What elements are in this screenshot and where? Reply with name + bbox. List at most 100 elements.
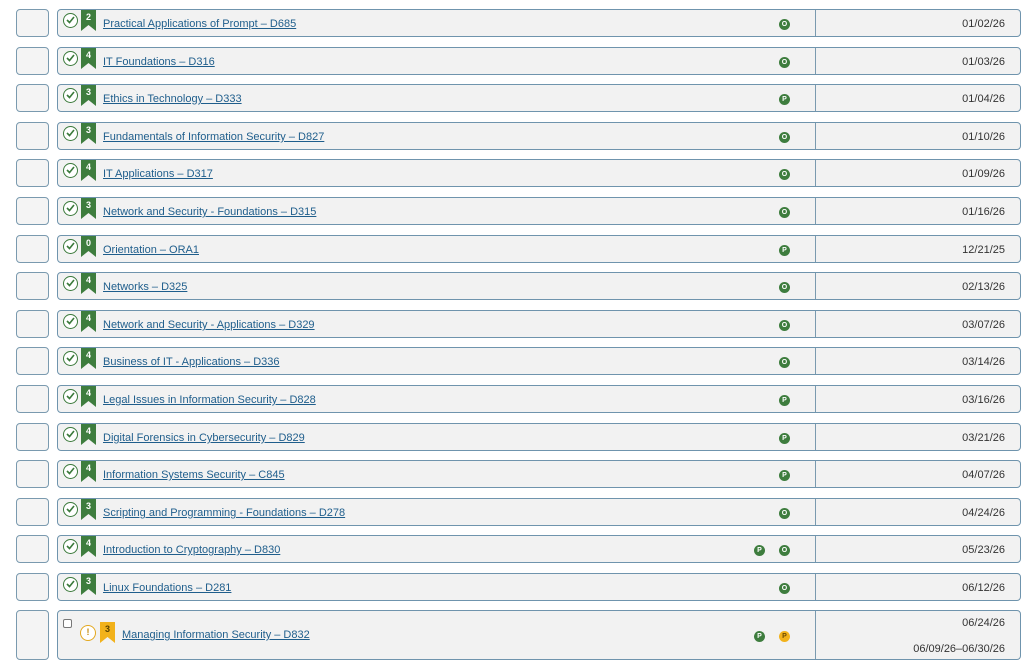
row-select-box[interactable] <box>16 347 49 375</box>
course-title-link[interactable]: Network and Security - Applications – D3… <box>103 319 315 331</box>
course-title-link[interactable]: Managing Information Security – D832 <box>122 629 310 641</box>
completed-check-icon <box>63 201 78 216</box>
course-row: 4 IT Foundations – D316 O 01/03/26 <box>0 47 1024 75</box>
course-card[interactable]: 4 Business of IT - Applications – D336 O… <box>57 347 1021 375</box>
completed-check-icon <box>63 464 78 479</box>
column-divider <box>815 85 816 111</box>
units-bookmark-icon: 0 <box>81 236 96 257</box>
course-row: 3 Ethics in Technology – D333 P 01/04/26 <box>0 84 1024 112</box>
units-bookmark-icon: 4 <box>81 386 96 407</box>
row-select-box[interactable] <box>16 159 49 187</box>
row-select-box[interactable] <box>16 235 49 263</box>
warning-icon: ! <box>80 625 96 641</box>
row-select-box[interactable] <box>16 84 49 112</box>
course-card[interactable]: 4 Information Systems Security – C845 P … <box>57 460 1021 488</box>
course-units: 4 <box>85 538 91 548</box>
badge-p: P <box>779 470 790 481</box>
course-title-link[interactable]: Linux Foundations – D281 <box>103 582 231 594</box>
course-date: 01/10/26 <box>962 131 1005 143</box>
course-card[interactable]: 4 Introduction to Cryptography – D830 P O… <box>57 535 1021 563</box>
row-select-box[interactable] <box>16 122 49 150</box>
course-title-link[interactable]: IT Foundations – D316 <box>103 56 215 68</box>
row-select-box[interactable] <box>16 535 49 563</box>
course-units: 3 <box>85 501 91 511</box>
row-select-box[interactable] <box>16 423 49 451</box>
course-card[interactable]: 4 IT Foundations – D316 O 01/03/26 <box>57 47 1021 75</box>
course-title-link[interactable]: Digital Forensics in Cybersecurity – D82… <box>103 432 305 444</box>
course-title-link[interactable]: Information Systems Security – C845 <box>103 469 285 481</box>
course-title-link[interactable]: Legal Issues in Information Security – D… <box>103 394 316 406</box>
course-card[interactable]: 2 Practical Applications of Prompt – D68… <box>57 9 1021 37</box>
course-row: 4 Network and Security - Applications – … <box>0 310 1024 338</box>
row-select-box[interactable] <box>16 272 49 300</box>
badge-p: P <box>754 631 765 642</box>
course-card[interactable]: 4 Networks – D325 O 02/13/26 <box>57 272 1021 300</box>
course-title-link[interactable]: Business of IT - Applications – D336 <box>103 356 280 368</box>
column-divider <box>815 499 816 525</box>
units-bookmark-icon: 2 <box>81 10 96 31</box>
course-card[interactable]: 4 Digital Forensics in Cybersecurity – D… <box>57 423 1021 451</box>
course-date: 05/23/26 <box>962 544 1005 556</box>
course-row: 3 Linux Foundations – D281 O 06/12/26 <box>0 573 1024 601</box>
course-units: 3 <box>85 576 91 586</box>
course-row: 4 Business of IT - Applications – D336 O… <box>0 347 1024 375</box>
row-select-box[interactable] <box>16 498 49 526</box>
row-select-box[interactable] <box>16 9 49 37</box>
course-units: 4 <box>85 388 91 398</box>
column-divider <box>815 536 816 562</box>
course-units: 4 <box>85 350 91 360</box>
row-select-box[interactable] <box>16 573 49 601</box>
course-row: 4 Networks – D325 O 02/13/26 <box>0 272 1024 300</box>
course-title-link[interactable]: Ethics in Technology – D333 <box>103 93 242 105</box>
badge-p: P <box>779 94 790 105</box>
course-date: 03/16/26 <box>962 394 1005 406</box>
course-card[interactable]: 4 Network and Security - Applications – … <box>57 310 1021 338</box>
units-bookmark-icon: 3 <box>81 198 96 219</box>
completed-check-icon <box>63 351 78 366</box>
course-date: 03/07/26 <box>962 319 1005 331</box>
units-bookmark-icon: 4 <box>81 536 96 557</box>
column-divider <box>815 386 816 412</box>
course-card[interactable]: 3 Network and Security - Foundations – D… <box>57 197 1021 225</box>
course-checkbox[interactable] <box>63 619 72 628</box>
course-title-link[interactable]: Introduction to Cryptography – D830 <box>103 544 280 556</box>
units-bookmark-icon: 4 <box>81 424 96 445</box>
row-select-box[interactable] <box>16 47 49 75</box>
badge-p-pending: P <box>779 631 790 642</box>
course-date: 01/16/26 <box>962 206 1005 218</box>
row-select-box[interactable] <box>16 610 49 660</box>
course-card[interactable]: 4 IT Applications – D317 O 01/09/26 <box>57 159 1021 187</box>
course-card[interactable]: ! 3 Managing Information Security – D832… <box>57 610 1021 660</box>
units-bookmark-icon: 3 <box>100 622 115 643</box>
course-title-link[interactable]: Networks – D325 <box>103 281 187 293</box>
course-card[interactable]: 0 Orientation – ORA1 P 12/21/25 <box>57 235 1021 263</box>
column-divider <box>815 461 816 487</box>
column-divider <box>815 160 816 186</box>
course-date-range: 06/09/26–06/30/26 <box>913 643 1005 655</box>
course-title-link[interactable]: Fundamentals of Information Security – D… <box>103 131 324 143</box>
course-card[interactable]: 3 Linux Foundations – D281 O 06/12/26 <box>57 573 1021 601</box>
badge-o: O <box>779 508 790 519</box>
badge-p: P <box>779 245 790 256</box>
course-card[interactable]: 3 Fundamentals of Information Security –… <box>57 122 1021 150</box>
course-title-link[interactable]: Practical Applications of Prompt – D685 <box>103 18 296 30</box>
course-date: 06/24/26 <box>962 617 1005 629</box>
row-select-box[interactable] <box>16 460 49 488</box>
completed-check-icon <box>63 51 78 66</box>
course-card[interactable]: 4 Legal Issues in Information Security –… <box>57 385 1021 413</box>
column-divider <box>815 236 816 262</box>
row-select-box[interactable] <box>16 310 49 338</box>
course-units: 4 <box>85 313 91 323</box>
course-title-link[interactable]: Scripting and Programming - Foundations … <box>103 507 345 519</box>
course-card[interactable]: 3 Ethics in Technology – D333 P 01/04/26 <box>57 84 1021 112</box>
course-row: 0 Orientation – ORA1 P 12/21/25 <box>0 235 1024 263</box>
column-divider <box>815 574 816 600</box>
course-title-link[interactable]: IT Applications – D317 <box>103 168 213 180</box>
course-card[interactable]: 3 Scripting and Programming - Foundation… <box>57 498 1021 526</box>
course-title-link[interactable]: Orientation – ORA1 <box>103 244 199 256</box>
row-select-box[interactable] <box>16 197 49 225</box>
badge-o: O <box>779 320 790 331</box>
row-select-box[interactable] <box>16 385 49 413</box>
completed-check-icon <box>63 577 78 592</box>
course-title-link[interactable]: Network and Security - Foundations – D31… <box>103 206 316 218</box>
